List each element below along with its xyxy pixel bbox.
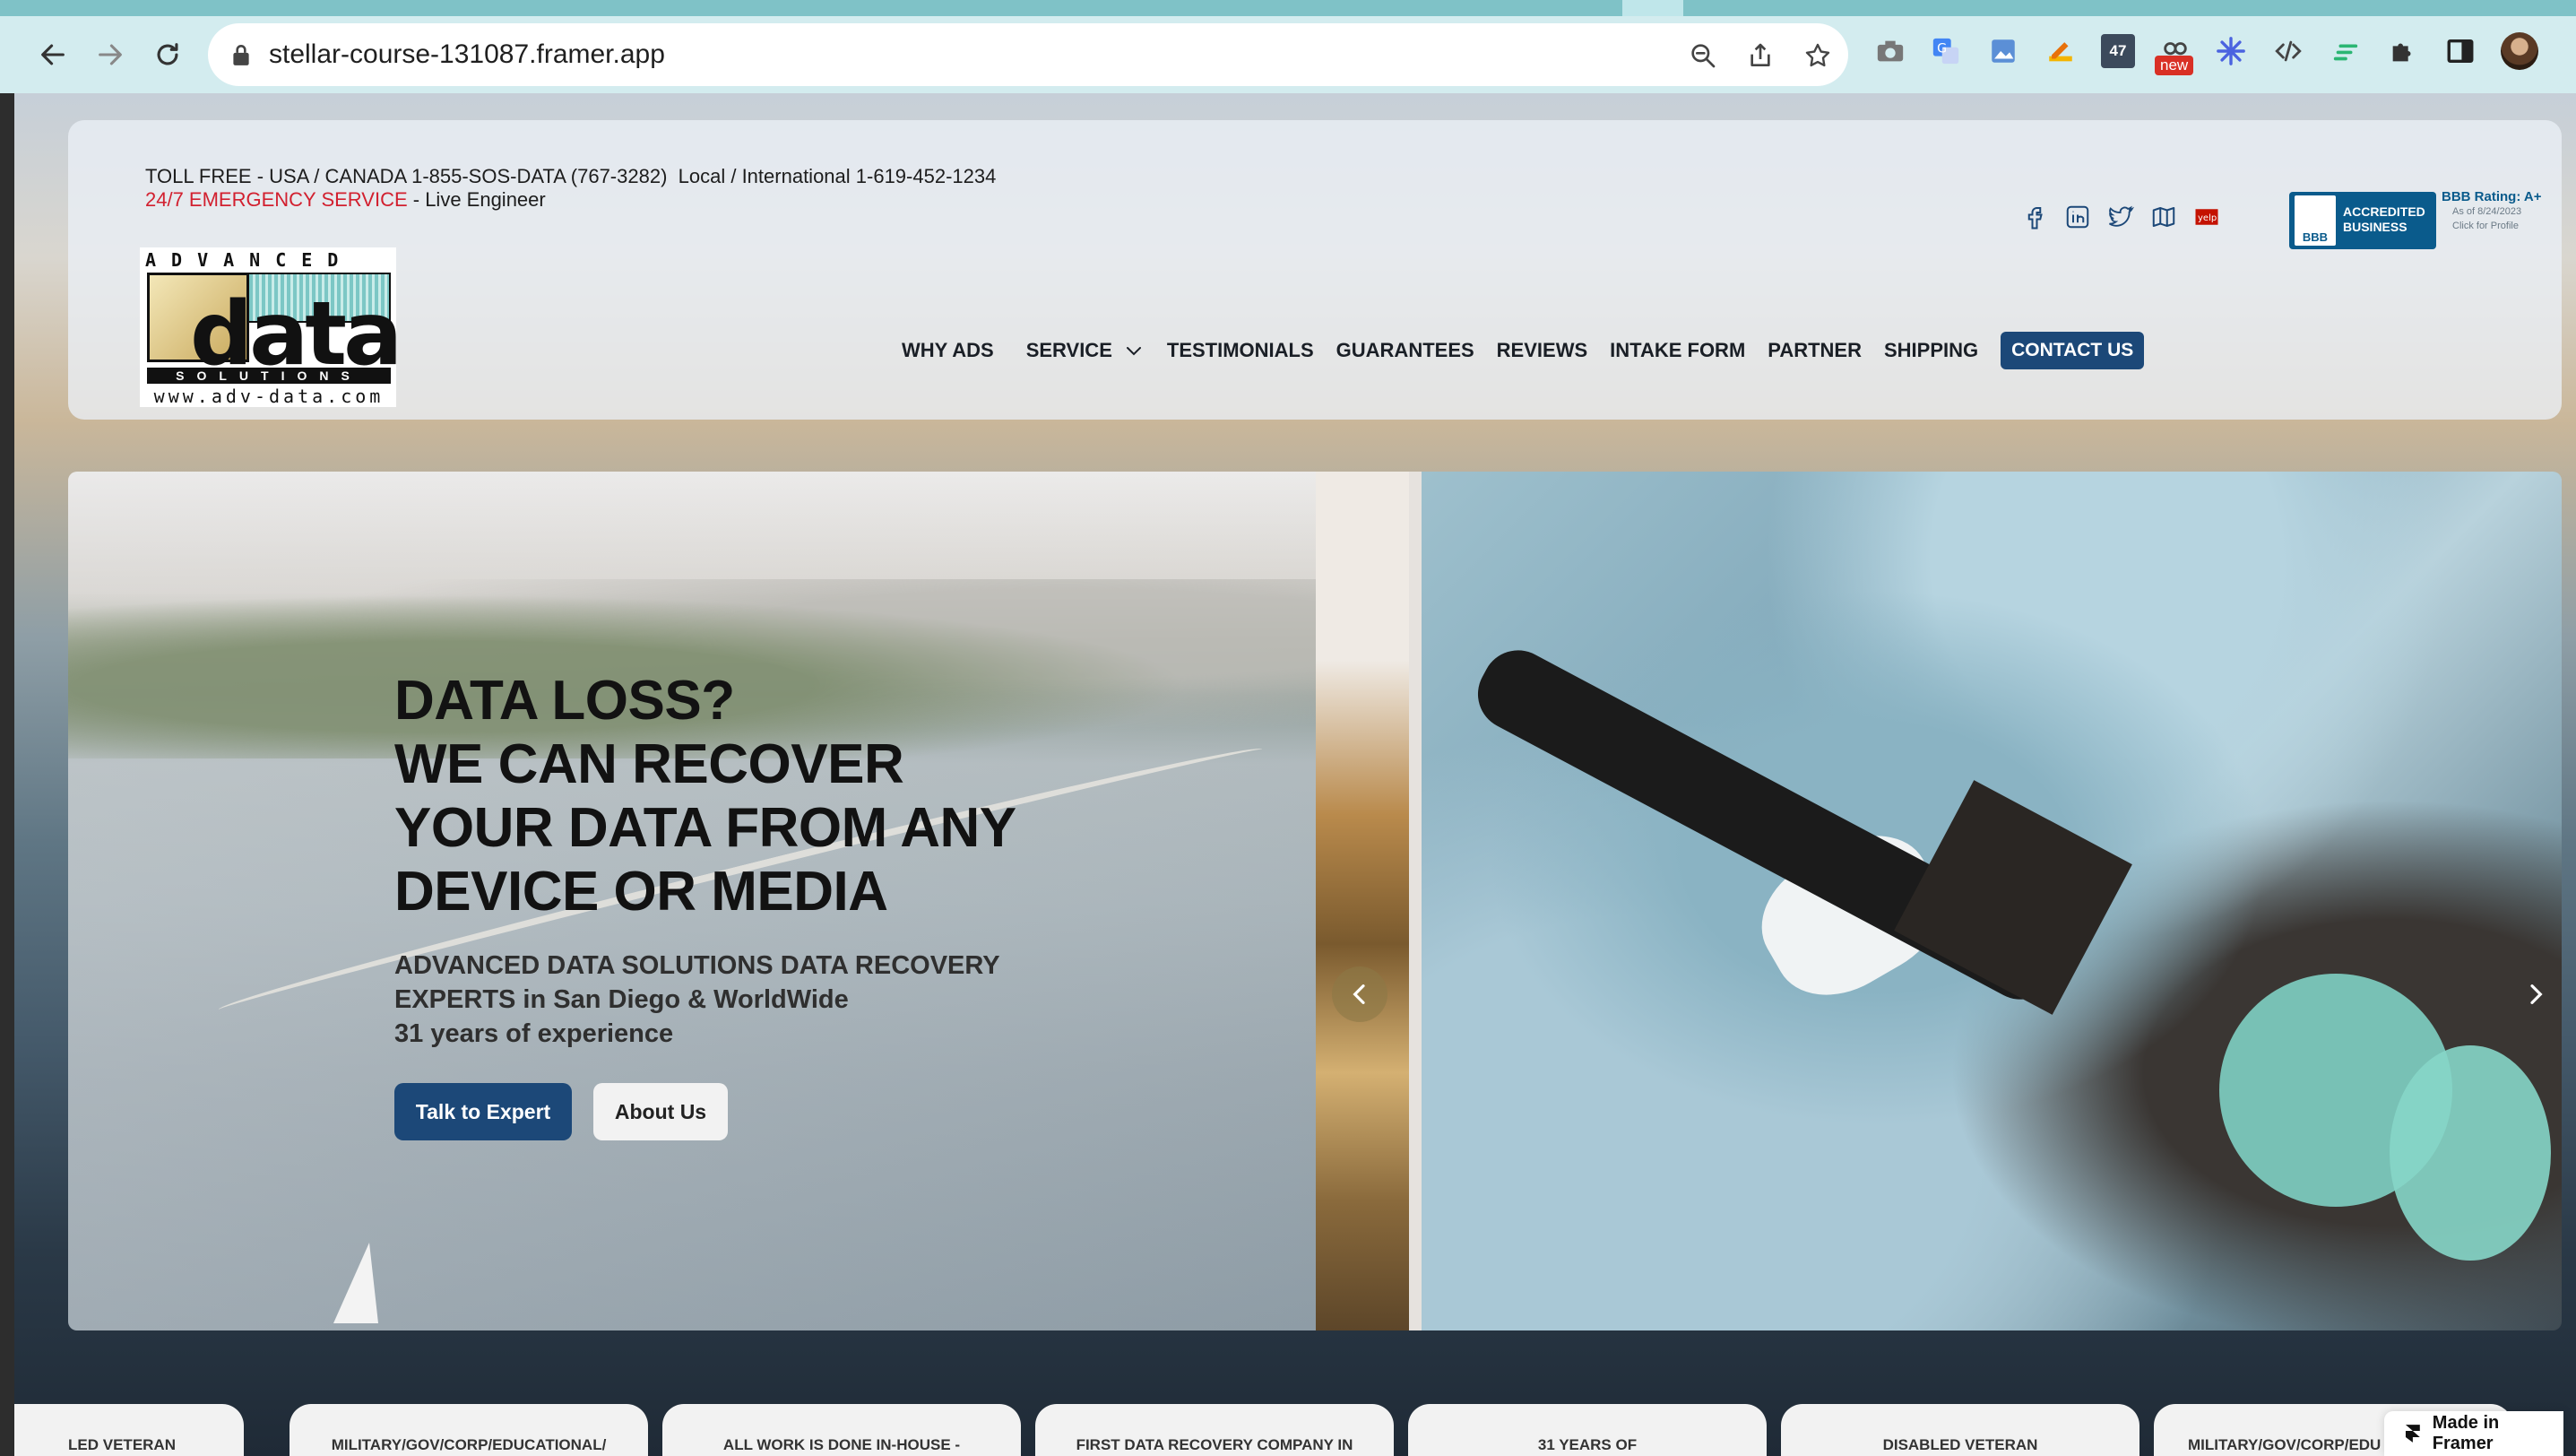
feature-card-disabled-veteran[interactable]: DISABLED VETERAN [1781,1404,2139,1456]
chevron-left-icon [1353,984,1365,1004]
facebook-icon[interactable] [2020,203,2049,231]
reload-button[interactable] [149,36,186,74]
bbb-profile-link[interactable]: Click for Profile [2442,219,2567,233]
hero-headline: DATA LOSS? WE CAN RECOVER YOUR DATA FROM… [394,670,1016,923]
company-logo[interactable]: ADVANCED data SOLUTIONS www.adv-data.com [140,247,402,407]
slider-prev-button[interactable] [1332,966,1387,1022]
about-us-button[interactable]: About Us [593,1083,728,1140]
address-bar[interactable]: stellar-course-131087.framer.app [208,23,1848,86]
bbb-accredited-text: ACCREDITED BUSINESS [2343,204,2425,234]
window-edge [0,93,14,1456]
nav-testimonials[interactable]: TESTIMONIALS [1167,339,1314,362]
hero-technician-image [1422,472,2562,1330]
map-icon[interactable] [2149,203,2178,231]
feature-card-veteran[interactable]: LED VETERAN [14,1404,244,1456]
translate-extension-icon[interactable]: G [1929,34,1963,68]
url-text[interactable]: stellar-course-131087.framer.app [269,23,665,86]
phone-line: TOLL FREE - USA / CANADA 1-855-SOS-DATA … [145,165,996,188]
slider-next-button[interactable] [2508,966,2562,1022]
glove-shape-2 [2390,1045,2551,1261]
bookmark-star-icon[interactable] [1803,41,1832,70]
zoom-icon[interactable] [1689,41,1717,70]
nav-partner[interactable]: PARTNER [1768,339,1862,362]
emergency-service-label: 24/7 EMERGENCY SERVICE [145,188,408,211]
stripes-extension-icon[interactable] [2329,34,2363,68]
share-icon[interactable] [1746,41,1775,70]
hero-slider: DATA LOSS? WE CAN RECOVER YOUR DATA FROM… [68,472,2562,1330]
hero-sailboat [333,1243,378,1323]
logo-data-word: data [190,283,402,386]
nav-why-ads[interactable]: WHY ADS [902,339,994,362]
site-header: TOLL FREE - USA / CANADA 1-855-SOS-DATA … [68,120,2562,420]
toll-free-number[interactable]: TOLL FREE - USA / CANADA 1-855-SOS-DATA … [145,165,667,187]
nav-reviews[interactable]: REVIEWS [1497,339,1587,362]
pencil-extension-icon[interactable] [2044,34,2078,68]
forward-button[interactable] [91,36,129,74]
bbb-torch-icon: BBB [2295,195,2336,246]
page-viewport: TOLL FREE - USA / CANADA 1-855-SOS-DATA … [14,93,2576,1456]
feature-card-in-house[interactable]: ALL WORK IS DONE IN-HOUSE - [662,1404,1021,1456]
feature-card-military[interactable]: MILITARY/GOV/CORP/EDUCATIONAL/ [290,1404,648,1456]
side-panel-icon[interactable] [2443,34,2477,68]
bbb-rating-value: BBB Rating: A+ [2442,189,2542,204]
counter-extension-icon[interactable]: 47 [2101,34,2135,68]
live-engineer-label: - Live Engineer [407,188,546,211]
made-in-framer-label: Made in Framer [2432,1413,2500,1453]
feature-card-years[interactable]: 31 YEARS OF [1408,1404,1767,1456]
talk-to-expert-button[interactable]: Talk to Expert [394,1083,572,1140]
active-tab[interactable] [0,0,1622,16]
back-button[interactable] [34,36,72,74]
magnifier-shape [1894,780,2132,1015]
tab-strip [0,0,2576,16]
chevron-right-icon [2530,984,2543,1004]
feature-card-first-company[interactable]: FIRST DATA RECOVERY COMPANY IN [1035,1404,1394,1456]
nav-shipping[interactable]: SHIPPING [1884,339,1978,362]
international-number[interactable]: Local / International 1-619-452-1234 [679,165,997,187]
hero-background-bay: DATA LOSS? WE CAN RECOVER YOUR DATA FROM… [68,472,1316,1330]
logo-advanced-text: ADVANCED [145,249,354,271]
contact-lines: TOLL FREE - USA / CANADA 1-855-SOS-DATA … [145,165,996,212]
lock-icon [233,45,249,65]
nav-service-label: SERVICE [1025,339,1112,361]
nav-service[interactable]: SERVICE [1026,339,1145,362]
code-extension-icon[interactable] [2271,34,2305,68]
yelp-icon[interactable]: yelp [2192,203,2221,231]
emergency-line: 24/7 EMERGENCY SERVICE - Live Engineer [145,188,996,212]
logo-url-text: www.adv-data.com [153,386,385,407]
hero-subheadline: ADVANCED DATA SOLUTIONS DATA RECOVERY EX… [394,951,1000,1048]
bbb-accredited-badge[interactable]: BBB ACCREDITED BUSINESS [2289,192,2436,249]
linkedin-icon[interactable] [2063,203,2092,231]
chevron-down-icon [1126,347,1141,356]
twitter-icon[interactable] [2106,203,2135,231]
hero-hard-drive-image [1316,472,1409,1330]
camera-extension-icon[interactable] [1873,34,1907,68]
arrow-left-icon [41,44,65,65]
snowflake-extension-icon[interactable] [2214,34,2248,68]
nav-guarantees[interactable]: GUARANTEES [1336,339,1474,362]
image-extension-icon[interactable] [1986,34,2020,68]
logo-solutions-text: SOLUTIONS [147,368,391,384]
profile-avatar[interactable] [2501,32,2538,70]
nav-intake-form[interactable]: INTAKE FORM [1610,339,1745,362]
reload-icon [157,43,178,65]
contact-us-button[interactable]: CONTACT US [2001,332,2145,369]
bbb-rating[interactable]: BBB Rating: A+ As of 8/24/2023 Click for… [2442,190,2567,233]
main-nav: WHY ADS SERVICE TESTIMONIALS GUARANTEES … [902,332,2145,369]
puzzle-extensions-icon[interactable] [2386,34,2420,68]
bbb-rating-date: As of 8/24/2023 [2452,206,2522,217]
new-badge: new [2155,56,2194,75]
svg-text:G: G [1937,41,1947,56]
made-in-framer-badge[interactable]: Made in Framer [2384,1411,2563,1456]
framer-logo-icon [2405,1425,2420,1443]
inactive-tab[interactable] [1683,0,2576,16]
svg-text:yelp: yelp [2198,213,2217,223]
arrow-right-icon [99,44,122,65]
slide-divider [1409,472,1422,1330]
